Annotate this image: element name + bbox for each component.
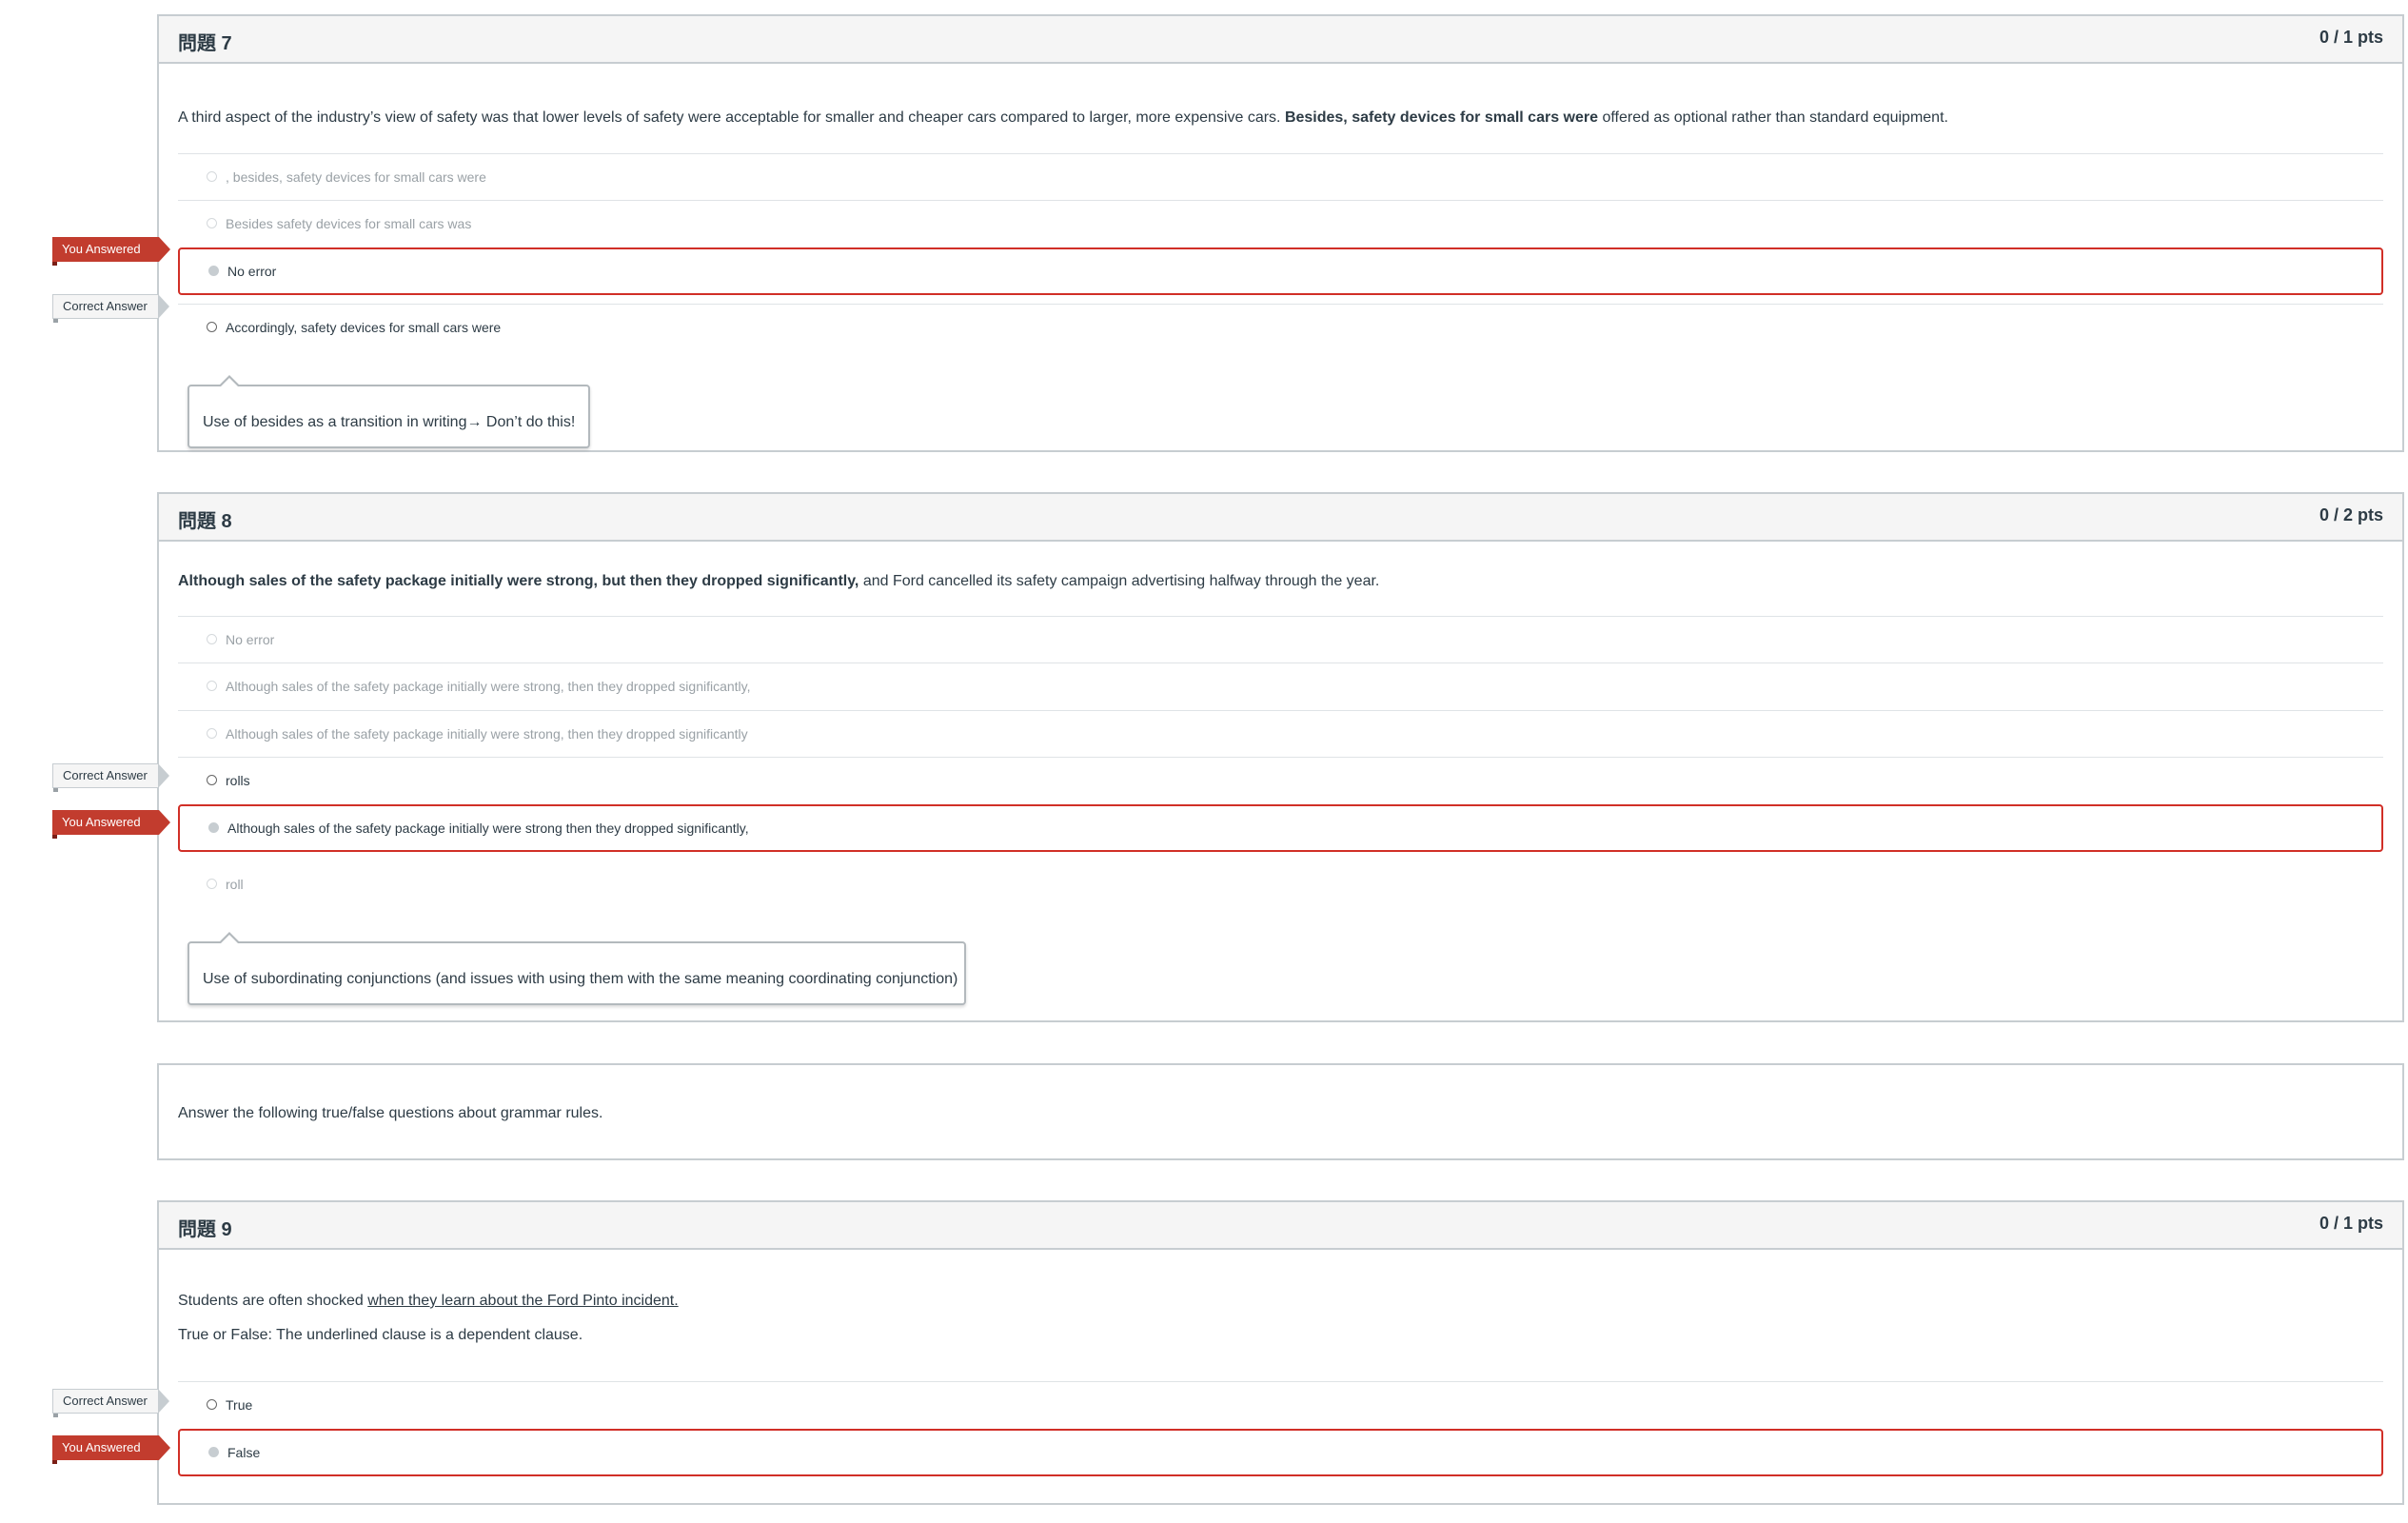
answer-label: Although sales of the safety package ini…: [226, 679, 751, 694]
answer-label: Accordingly, safety devices for small ca…: [226, 320, 502, 335]
answer-label: Although sales of the safety package ini…: [226, 726, 748, 742]
answer-option-selected[interactable]: Although sales of the safety package ini…: [178, 804, 2383, 852]
question-title: 問題 9: [178, 1219, 232, 1240]
radio-button-selected[interactable]: [208, 1447, 219, 1457]
radio-button-selected[interactable]: [208, 822, 219, 833]
answer-label: , besides, safety devices for small cars…: [226, 169, 486, 185]
answer-option[interactable]: , besides, safety devices for small cars…: [178, 154, 2383, 200]
answer-label: True: [226, 1397, 253, 1413]
prompt-text: A third aspect of the industry’s view of…: [178, 109, 1285, 126]
answer-label: False: [227, 1445, 261, 1460]
comment-text: Use of subordinating conjunctions (and i…: [203, 971, 958, 987]
answer-label: No error: [226, 632, 275, 647]
answer-option-correct[interactable]: Accordingly, safety devices for small ca…: [178, 305, 2383, 350]
question-9: 問題 9 0 / 1 pts Students are often shocke…: [157, 1200, 2404, 1505]
radio-button[interactable]: [207, 171, 217, 182]
comment-text: Use of besides as a transition in writin…: [203, 414, 576, 430]
question-prompt: Students are often shocked when they lea…: [178, 1293, 679, 1310]
you-answered-tag: You Answered: [52, 810, 170, 839]
answer-comment: Use of subordinating conjunctions (and i…: [188, 932, 966, 1005]
radio-button[interactable]: [207, 1399, 217, 1410]
quiz-results-page: 問題 7 0 / 1 pts A third aspect of the ind…: [0, 0, 2408, 1523]
answer-label: Besides safety devices for small cars wa…: [226, 216, 472, 231]
question-header: 問題 7 0 / 1 pts: [159, 16, 2402, 64]
question-points: 0 / 2 pts: [2319, 505, 2383, 524]
answer-label: roll: [226, 877, 244, 892]
radio-button[interactable]: [207, 681, 217, 691]
answer-option[interactable]: Although sales of the safety package ini…: [178, 711, 2383, 757]
question-title: 問題 7: [178, 33, 232, 54]
prompt-bold-text: Although sales of the safety package ini…: [178, 573, 859, 589]
answer-label: rolls: [226, 773, 250, 788]
correct-answer-tag: Correct Answer: [52, 1389, 169, 1417]
answer-label: No error: [227, 264, 277, 279]
answer-option-correct[interactable]: rolls: [178, 758, 2383, 803]
question-header: 問題 9 0 / 1 pts: [159, 1202, 2402, 1250]
question-7: 問題 7 0 / 1 pts A third aspect of the ind…: [157, 14, 2404, 452]
answer-option[interactable]: roll: [178, 861, 2383, 907]
question-points: 0 / 1 pts: [2319, 1214, 2383, 1233]
question-header: 問題 8 0 / 2 pts: [159, 494, 2402, 542]
answer-option-selected[interactable]: No error: [178, 247, 2383, 295]
prompt-text-end: and Ford cancelled its safety campaign a…: [859, 573, 1380, 589]
question-prompt: A third aspect of the industry’s view of…: [178, 109, 1948, 127]
prompt-underlined-clause: when they learn about the Ford Pinto inc…: [367, 1293, 679, 1309]
prompt-text: Students are often shocked: [178, 1293, 368, 1309]
radio-button[interactable]: [207, 322, 217, 332]
answer-option[interactable]: No error: [178, 617, 2383, 663]
answer-comment: Use of besides as a transition in writin…: [188, 375, 590, 448]
prompt-bold-text: Besides, safety devices for small cars w…: [1284, 109, 1599, 126]
answer-option-selected[interactable]: False: [178, 1429, 2383, 1476]
you-answered-tag: You Answered: [52, 237, 170, 266]
correct-answer-tag: Correct Answer: [52, 763, 169, 792]
radio-button[interactable]: [207, 218, 217, 228]
radio-button[interactable]: [207, 634, 217, 644]
answer-option-correct[interactable]: True: [178, 1382, 2383, 1428]
instruction-block: Answer the following true/false question…: [157, 1063, 2404, 1160]
you-answered-tag: You Answered: [52, 1435, 170, 1464]
answer-option[interactable]: Besides safety devices for small cars wa…: [178, 201, 2383, 247]
radio-button[interactable]: [207, 879, 217, 889]
answer-label: Although sales of the safety package ini…: [227, 821, 749, 836]
question-prompt: Although sales of the safety package ini…: [178, 573, 1379, 590]
radio-button[interactable]: [207, 775, 217, 785]
question-title: 問題 8: [178, 511, 232, 532]
prompt-text-end: offered as optional rather than standard…: [1598, 109, 1948, 126]
question-points: 0 / 1 pts: [2319, 28, 2383, 47]
question-8: 問題 8 0 / 2 pts Although sales of the saf…: [157, 492, 2404, 1022]
correct-answer-tag: Correct Answer: [52, 294, 169, 323]
radio-button-selected[interactable]: [208, 266, 219, 276]
answer-option[interactable]: Although sales of the safety package ini…: [178, 663, 2383, 709]
radio-button[interactable]: [207, 728, 217, 739]
question-prompt-line2: True or False: The underlined clause is …: [178, 1327, 583, 1343]
instruction-text: Answer the following true/false question…: [178, 1105, 603, 1121]
